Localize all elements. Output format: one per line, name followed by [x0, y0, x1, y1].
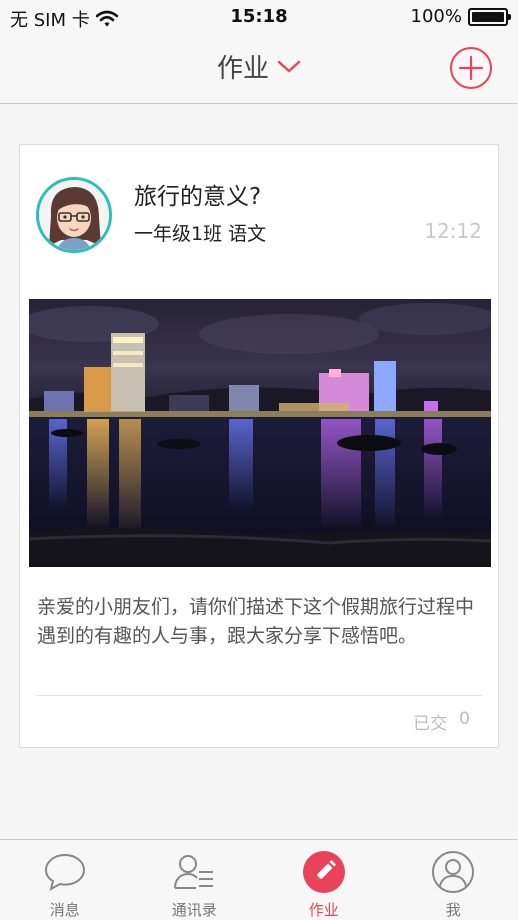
tab-contacts-label: 通讯录: [171, 901, 217, 919]
tab-me-label: 我: [445, 901, 461, 919]
battery-fill: [472, 11, 504, 22]
homework-photo[interactable]: [29, 299, 491, 567]
avatar-illustration: [39, 180, 109, 250]
homework-title: 旅行的意义?: [134, 184, 262, 210]
status-right: 100%: [410, 6, 511, 27]
night-cityscape-image: [29, 299, 491, 567]
tab-contacts[interactable]: 通讯录: [130, 840, 260, 920]
avatar[interactable]: [36, 177, 112, 253]
nav-bar: 作业: [0, 34, 518, 104]
tab-bar: 消息 通讯录 作业 我: [0, 839, 518, 920]
submitted-count: 0: [459, 709, 470, 729]
tab-homework[interactable]: 作业: [259, 840, 389, 920]
profile-icon: [432, 851, 475, 893]
submitted-status: 已交 0: [413, 709, 470, 734]
tab-homework-label: 作业: [308, 901, 339, 919]
chat-bubble-icon: [44, 853, 85, 891]
nav-title-dropdown[interactable]: 作业: [0, 48, 518, 85]
homework-time: 12:12: [424, 219, 482, 243]
tab-me[interactable]: 我: [389, 840, 518, 920]
tab-messages-label: 消息: [49, 901, 80, 919]
battery-icon: [468, 7, 511, 26]
chevron-down-icon: [277, 60, 301, 72]
tab-messages[interactable]: 消息: [0, 840, 130, 920]
battery-percent: 100%: [410, 6, 462, 27]
contacts-icon: [174, 855, 214, 889]
add-button[interactable]: [450, 47, 492, 89]
status-bar: 无 SIM 卡 15:18 100%: [0, 0, 518, 34]
card-divider: [36, 695, 482, 696]
homework-class-subject: 一年级1班 语文: [134, 223, 267, 245]
pencil-icon: [302, 851, 345, 893]
submitted-label: 已交: [413, 714, 448, 734]
homework-description: 亲爱的小朋友们，请你们描述下这个假期旅行过程中遇到的有趣的人与事，跟大家分享下感…: [37, 596, 475, 647]
page-title: 作业: [216, 54, 269, 84]
homework-card[interactable]: 旅行的意义? 一年级1班 语文 12:12 亲爱的小朋友们，请你们描述下这个假期…: [19, 144, 499, 748]
plus-icon: [458, 55, 484, 81]
